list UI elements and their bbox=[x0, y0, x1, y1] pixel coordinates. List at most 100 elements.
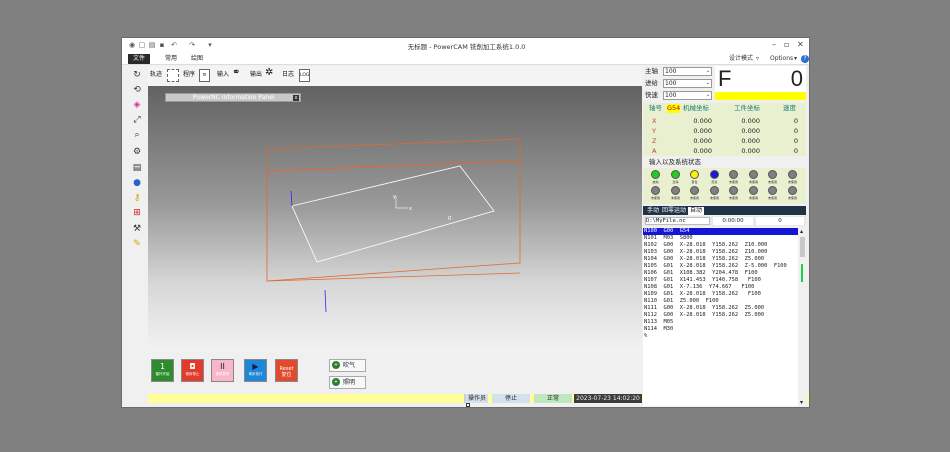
led-label: 未使用 bbox=[767, 180, 777, 184]
program-button[interactable]: 程序 bbox=[183, 70, 195, 80]
window-title: 无标题 - PowerCAM 铣削加工系统1.0.0 bbox=[407, 43, 526, 51]
options-menu[interactable]: Options bbox=[770, 54, 793, 64]
gcode-line[interactable]: N105 G01 X-28.018 Y158.262 Z-5.000 F100 bbox=[643, 263, 798, 270]
gcode-line[interactable]: % bbox=[643, 333, 798, 340]
reset-button[interactable]: Reset 复位 bbox=[275, 359, 298, 382]
undo-view-icon[interactable]: ⟲ bbox=[130, 84, 144, 97]
machine-coord-value: 0.000 bbox=[693, 117, 712, 125]
axis-name: X bbox=[652, 117, 657, 125]
single-step-button[interactable]: ▶ 单步执行 bbox=[244, 359, 267, 382]
cycle-start-button[interactable]: 1 循环开始 bbox=[151, 359, 174, 382]
air-blow-button[interactable]: + 吹气 bbox=[329, 359, 366, 372]
control-panel: 主轴 100 ⌄ 进给 100 ⌄ 快速 100 ⌄ F 0 轴号 G54 机械坐标 … bbox=[643, 66, 807, 406]
machine-coord-header: 机械坐标 bbox=[683, 104, 709, 112]
tab-manual[interactable]: 手动 bbox=[645, 207, 661, 215]
single-step-label: 单步执行 bbox=[248, 372, 263, 376]
speed-header: 速度 bbox=[783, 104, 796, 112]
feed-label: 进给 bbox=[645, 79, 658, 87]
menu-file[interactable]: 文件 bbox=[128, 54, 151, 64]
chevron-down-icon[interactable]: ▾ bbox=[794, 54, 797, 64]
gcode-line[interactable]: N108 G01 X-7.136 Y74.667 F100 bbox=[643, 284, 798, 291]
input-icon[interactable]: ⚭ bbox=[232, 68, 240, 78]
led-indicator bbox=[729, 186, 738, 195]
gcode-listing[interactable]: N100 G00 G54 N101 M03 S800 N102 G00 X-28… bbox=[643, 228, 798, 406]
mode-indicator: 正常 bbox=[534, 394, 572, 403]
chevron-down-icon: ⌄ bbox=[705, 80, 710, 86]
scroll-down-icon[interactable]: ▾ bbox=[800, 399, 803, 406]
gcode-line[interactable]: N107 G01 X141.453 Y140.758 F100 bbox=[643, 277, 798, 284]
gcode-line[interactable]: N102 G00 X-28.018 Y158.262 Z10.000 bbox=[643, 242, 798, 249]
led-indicator bbox=[729, 170, 738, 179]
resize-handle[interactable] bbox=[466, 403, 470, 407]
cycle-start-label: 循环开始 bbox=[155, 372, 170, 376]
gcode-line[interactable]: N106 G01 X108.382 Y204.478 F100 bbox=[643, 270, 798, 277]
scroll-up-icon[interactable]: ▴ bbox=[800, 228, 803, 235]
minimize-button[interactable]: – bbox=[772, 40, 776, 49]
toolpath-button[interactable]: 轨迹 bbox=[150, 70, 162, 80]
fit-icon[interactable]: ⤢ bbox=[130, 114, 144, 127]
file-path[interactable]: D:\MyFile.nc bbox=[645, 217, 710, 225]
gcode-line[interactable]: N100 G00 G54 bbox=[643, 228, 798, 235]
scrollbar-thumb[interactable] bbox=[800, 237, 805, 257]
zoom-icon[interactable]: ⌕ bbox=[130, 129, 144, 142]
key-icon[interactable]: ⚷ bbox=[130, 192, 144, 205]
gcode-line[interactable]: N114 M30 bbox=[643, 326, 798, 333]
user-icon[interactable]: ● bbox=[130, 177, 144, 190]
info-panel[interactable]: PowerNC Information Panel x bbox=[165, 93, 301, 102]
spindle-override-select[interactable]: 100 ⌄ bbox=[663, 67, 712, 76]
toolpath-viewport[interactable]: x y 0 PowerNC Information Panel x bbox=[148, 86, 642, 352]
gcode-line[interactable]: N104 G00 X-28.018 Y158.262 Z5.000 bbox=[643, 256, 798, 263]
output-icon[interactable]: ✲ bbox=[265, 68, 273, 78]
led-indicator bbox=[671, 170, 680, 179]
close-button[interactable]: ✕ bbox=[797, 40, 804, 49]
tab-home[interactable]: 回零运动 bbox=[660, 207, 688, 215]
info-panel-close-button[interactable]: x bbox=[293, 95, 299, 101]
gcode-line[interactable]: N101 M03 S800 bbox=[643, 235, 798, 242]
select-icon[interactable] bbox=[167, 69, 179, 82]
gcode-line[interactable]: N110 G01 Z5.000 F100 bbox=[643, 298, 798, 305]
gcode-scrollbar[interactable]: ▴ ▾ bbox=[799, 228, 806, 406]
menu-common[interactable]: 常用 bbox=[160, 54, 182, 64]
tool-axis-line bbox=[324, 289, 327, 313]
light-button[interactable]: + 照明 bbox=[329, 376, 366, 389]
tab-auto[interactable]: 自动 bbox=[688, 207, 705, 215]
design-mode-menu[interactable]: 设计模式 bbox=[729, 54, 753, 64]
program-pause-button[interactable]: II 程序暂停 bbox=[211, 359, 234, 382]
target-icon[interactable]: ◈ bbox=[130, 99, 144, 112]
gcode-line[interactable]: N112 G00 X-28.018 Y158.262 Z5.000 bbox=[643, 312, 798, 319]
pencil-icon[interactable]: ✎ bbox=[130, 238, 144, 251]
origin-axes bbox=[395, 196, 408, 209]
led-label: 未使用 bbox=[767, 196, 777, 200]
gcode-line[interactable]: N113 M05 bbox=[643, 319, 798, 326]
save-icon[interactable]: ▤ bbox=[130, 162, 144, 175]
y-axis-label: y bbox=[393, 194, 396, 200]
input-button[interactable]: 输入 bbox=[217, 70, 229, 80]
grid-icon[interactable]: ⊞ bbox=[130, 207, 144, 220]
chevron-down-icon[interactable]: ▿ bbox=[756, 54, 759, 64]
mode-tabs: 手动 回零运动 自动 bbox=[643, 206, 806, 215]
menu-draw[interactable]: 绘图 bbox=[186, 54, 208, 64]
axis-name: Z bbox=[652, 137, 657, 145]
settings-icon[interactable]: ⚙ bbox=[130, 146, 144, 159]
wcs-selector[interactable]: G54 bbox=[667, 104, 681, 113]
help-icon[interactable]: ? bbox=[801, 55, 809, 63]
log-icon[interactable]: LOG bbox=[299, 69, 310, 82]
coord-header: 轴号 G54 机械坐标 工件坐标 速度 bbox=[643, 103, 806, 114]
feed-override-select[interactable]: 100 ⌄ bbox=[663, 79, 712, 88]
work-coord-value: 0.000 bbox=[741, 137, 760, 145]
rapid-override-select[interactable]: 100 ⌄ bbox=[663, 91, 712, 100]
gcode-line[interactable]: N111 G00 X-28.018 Y158.262 Z5.000 bbox=[643, 305, 798, 312]
program-stop-button[interactable]: ◘ 程序停止 bbox=[181, 359, 204, 382]
stock-box bbox=[266, 138, 521, 282]
document-icon[interactable]: ≡ bbox=[199, 69, 210, 82]
feed-display: F 0 bbox=[715, 66, 806, 92]
rapid-override-value: 100 bbox=[665, 92, 677, 99]
gcode-line[interactable]: N103 G00 X-28.018 Y158.262 Z10.000 bbox=[643, 249, 798, 256]
maximize-button[interactable]: ▫ bbox=[784, 40, 789, 49]
feed-indicator-bar bbox=[715, 92, 806, 100]
rotate-icon[interactable]: ↻ bbox=[130, 69, 144, 82]
gcode-line[interactable]: N109 G01 X-28.018 Y158.262 F100 bbox=[643, 291, 798, 298]
output-button[interactable]: 输出 bbox=[250, 70, 262, 80]
wrench-icon[interactable]: ⚒ bbox=[130, 223, 144, 236]
log-button[interactable]: 日志 bbox=[282, 70, 294, 80]
